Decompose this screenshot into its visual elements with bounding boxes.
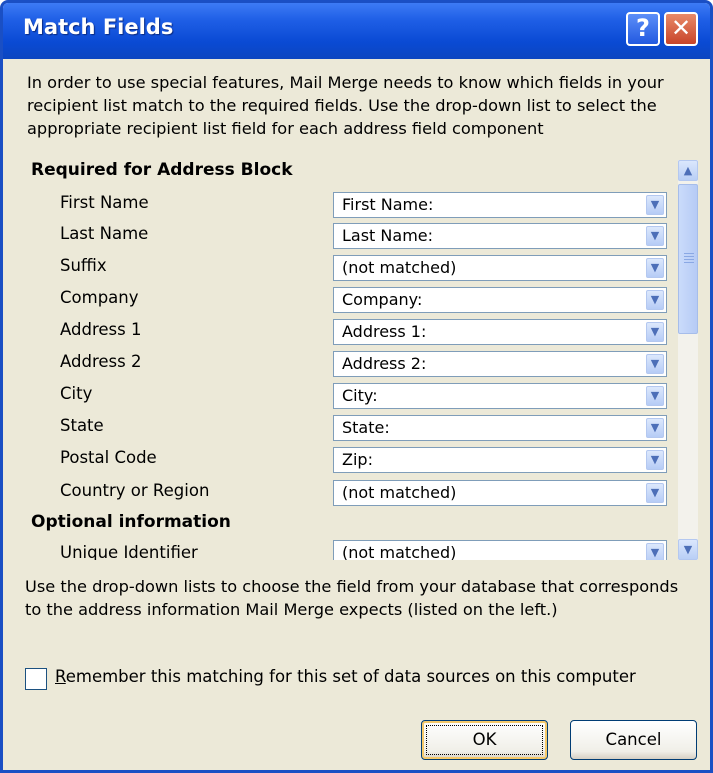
- chevron-down-icon[interactable]: ▼: [646, 483, 664, 503]
- chevron-down-icon[interactable]: ▼: [646, 226, 664, 246]
- dropdown-value: City:: [342, 386, 378, 405]
- field-match-list: Required for Address Block First Name Fi…: [25, 160, 675, 560]
- optional-section-heading: Optional information: [31, 512, 231, 532]
- scrollbar-thumb[interactable]: [678, 184, 698, 334]
- field-label: Suffix: [60, 256, 107, 275]
- field-label: Address 2: [60, 352, 142, 371]
- field-label: First Name: [60, 193, 149, 212]
- title-bar[interactable]: Match Fields ? ✕: [3, 3, 710, 59]
- close-icon: ✕: [670, 14, 692, 42]
- chevron-down-icon[interactable]: ▼: [646, 450, 664, 470]
- dropdown-value: Zip:: [342, 450, 373, 469]
- dialog-title: Match Fields: [23, 15, 174, 39]
- dropdown-value: Address 2:: [342, 354, 427, 373]
- cancel-label: Cancel: [605, 730, 662, 749]
- field-dropdown[interactable]: (not matched) ▼: [333, 540, 667, 560]
- chevron-down-icon[interactable]: ▼: [646, 322, 664, 342]
- grip-line: [684, 253, 694, 254]
- field-dropdown[interactable]: Zip: ▼: [333, 447, 667, 473]
- focus-rect: [426, 725, 543, 755]
- required-section-heading: Required for Address Block: [31, 160, 293, 180]
- field-dropdown[interactable]: Address 2: ▼: [333, 351, 667, 377]
- ok-button[interactable]: OK: [421, 720, 548, 760]
- field-label: City: [60, 384, 93, 403]
- list-scrollbar[interactable]: ▲ ▼: [678, 160, 698, 560]
- field-label: Company: [60, 288, 139, 307]
- dropdown-value: State:: [342, 418, 390, 437]
- grip-line: [684, 256, 694, 257]
- chevron-down-icon[interactable]: ▼: [646, 290, 664, 310]
- dropdown-value: Address 1:: [342, 322, 427, 341]
- dropdown-value: (not matched): [342, 258, 457, 277]
- dropdown-value: (not matched): [342, 543, 457, 560]
- label-rest: emember this matching for this set of da…: [65, 667, 636, 686]
- field-dropdown[interactable]: (not matched) ▼: [333, 255, 667, 281]
- grip-line: [684, 259, 694, 260]
- chevron-down-icon: ▼: [683, 543, 693, 556]
- close-button[interactable]: ✕: [664, 12, 698, 46]
- cancel-button[interactable]: Cancel: [570, 720, 697, 760]
- chevron-down-icon[interactable]: ▼: [646, 258, 664, 278]
- scroll-up-button[interactable]: ▲: [678, 160, 698, 181]
- help-button[interactable]: ?: [626, 12, 660, 46]
- field-label: Country or Region: [60, 481, 210, 500]
- field-label: Address 1: [60, 320, 142, 339]
- chevron-down-icon[interactable]: ▼: [646, 354, 664, 374]
- help-text: Use the drop-down lists to choose the fi…: [25, 577, 679, 619]
- dropdown-value: Last Name:: [342, 226, 434, 245]
- dropdown-value: First Name:: [342, 195, 434, 214]
- field-label: Unique Identifier: [60, 543, 198, 560]
- dropdown-value: (not matched): [342, 483, 457, 502]
- field-dropdown[interactable]: Last Name: ▼: [333, 223, 667, 249]
- field-dropdown[interactable]: Address 1: ▼: [333, 319, 667, 345]
- chevron-down-icon[interactable]: ▼: [646, 386, 664, 406]
- field-dropdown[interactable]: (not matched) ▼: [333, 480, 667, 506]
- intro-text: In order to use special features, Mail M…: [27, 73, 664, 138]
- scroll-down-button[interactable]: ▼: [678, 539, 698, 560]
- field-dropdown[interactable]: Company: ▼: [333, 287, 667, 313]
- field-label: Postal Code: [60, 448, 157, 467]
- help-icon: ?: [636, 14, 650, 42]
- field-dropdown[interactable]: City: ▼: [333, 383, 667, 409]
- chevron-down-icon[interactable]: ▼: [646, 418, 664, 438]
- chevron-up-icon: ▲: [683, 164, 693, 177]
- remember-matching-checkbox[interactable]: [25, 668, 47, 690]
- grip-line: [684, 262, 694, 263]
- field-label: Last Name: [60, 224, 149, 243]
- field-dropdown[interactable]: First Name: ▼: [333, 192, 667, 218]
- field-dropdown[interactable]: State: ▼: [333, 415, 667, 441]
- field-label: State: [60, 416, 104, 435]
- remember-matching-label[interactable]: Remember this matching for this set of d…: [55, 667, 636, 686]
- access-key: R: [55, 667, 66, 686]
- chevron-down-icon[interactable]: ▼: [646, 195, 664, 215]
- chevron-down-icon[interactable]: ▼: [646, 543, 664, 560]
- dropdown-value: Company:: [342, 290, 423, 309]
- match-fields-dialog: Match Fields ? ✕ In order to use special…: [0, 0, 713, 773]
